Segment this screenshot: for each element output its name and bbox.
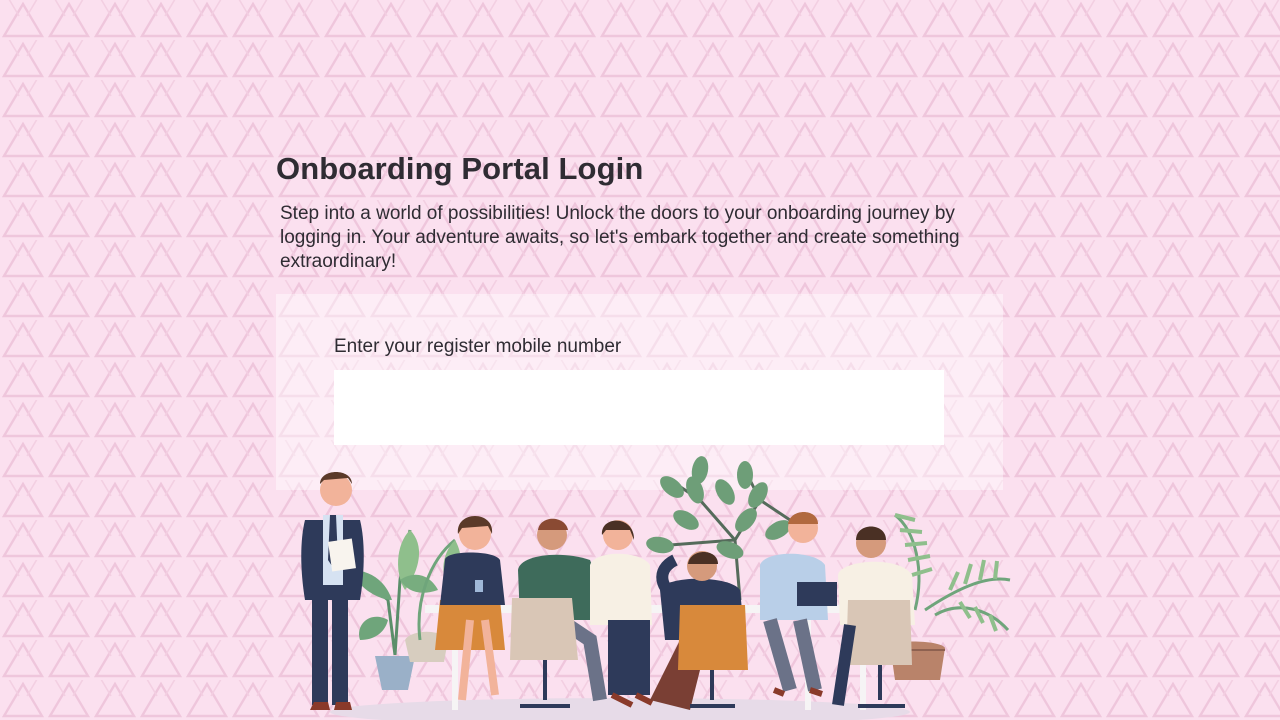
page-subtitle: Step into a world of possibilities! Unlo… [280, 203, 960, 272]
login-form-card: Enter your register mobile number [276, 294, 1003, 490]
mobile-number-input[interactable] [334, 370, 944, 445]
login-header: Onboarding Portal Login Step into a worl… [276, 150, 1003, 274]
mobile-number-label: Enter your register mobile number [334, 336, 622, 357]
page-title: Onboarding Portal Login [276, 151, 644, 186]
